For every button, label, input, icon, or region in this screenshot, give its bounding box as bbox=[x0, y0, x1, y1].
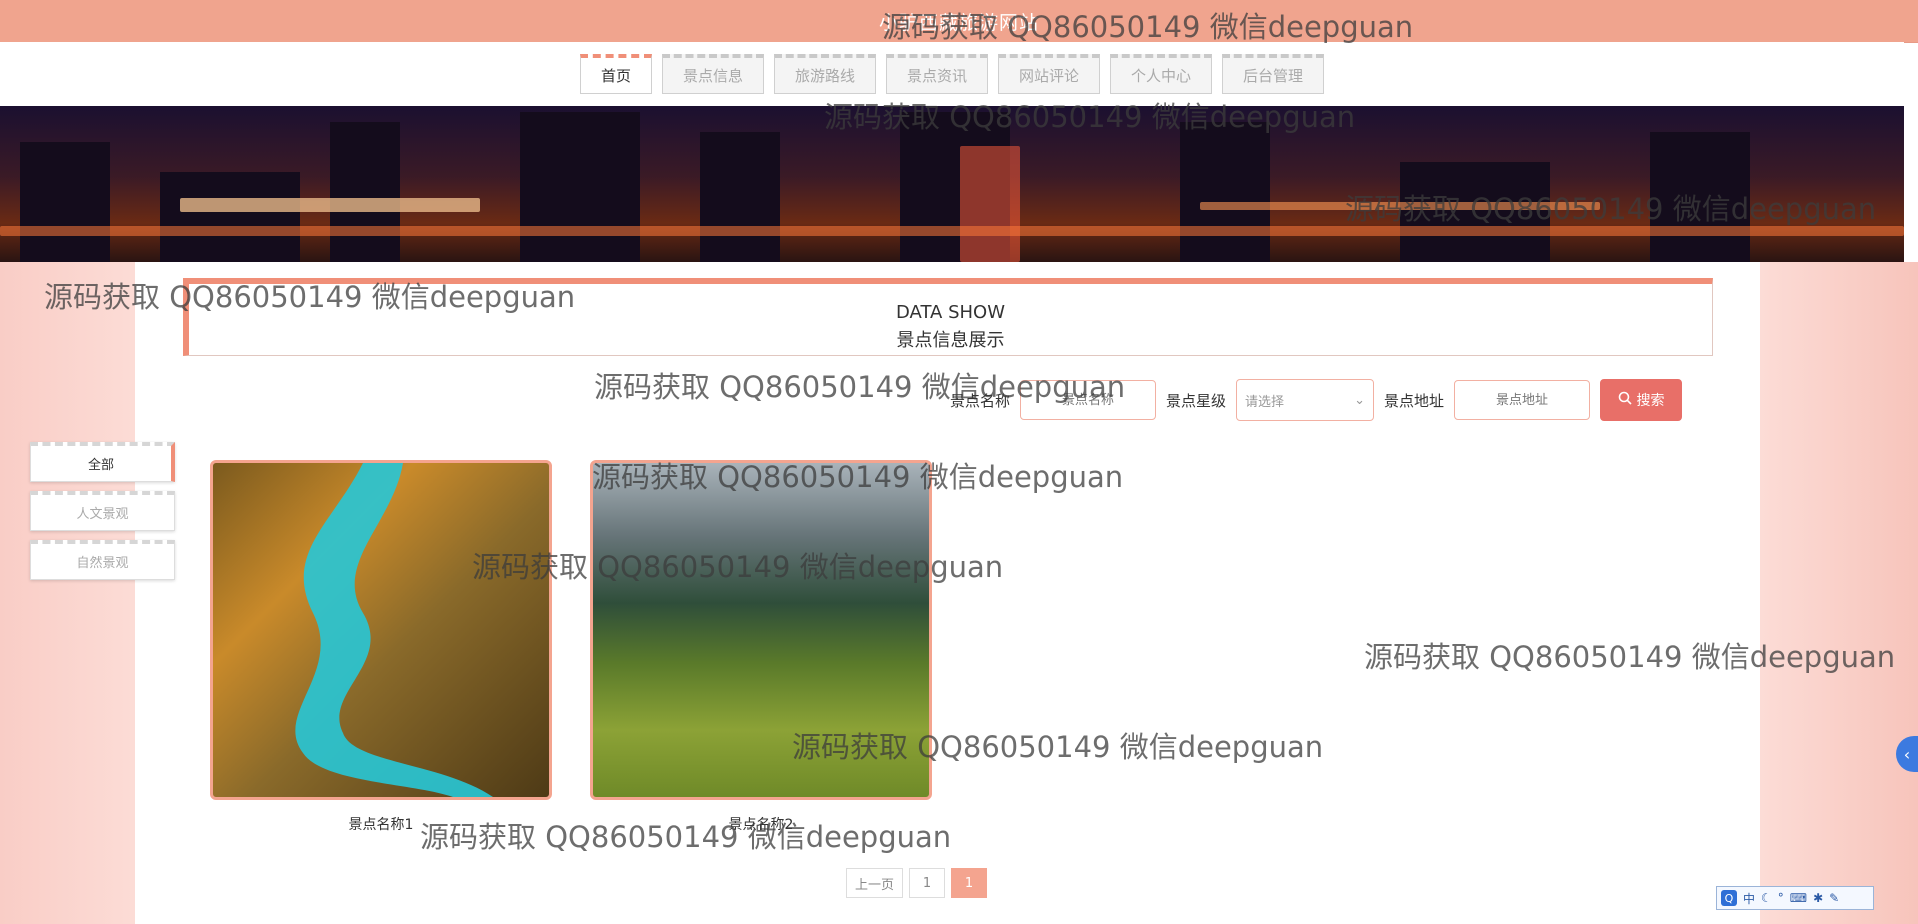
prev-page-button[interactable]: 上一页 bbox=[846, 868, 904, 898]
tab-travel-routes[interactable]: 旅游路线 bbox=[773, 54, 876, 94]
keyboard-icon: ⌨ bbox=[1789, 891, 1808, 905]
section-title-cn: 景点信息展示 bbox=[896, 330, 1005, 351]
address-input[interactable] bbox=[1454, 380, 1591, 420]
page-number-button[interactable]: 1 bbox=[909, 868, 946, 898]
tab-personal-center[interactable]: 个人中心 bbox=[1110, 54, 1213, 94]
scenic-card[interactable]: 景点名称2 bbox=[590, 460, 932, 834]
search-icon bbox=[1618, 391, 1632, 409]
chevron-left-icon: ‹ bbox=[1903, 744, 1911, 764]
category-all[interactable]: 全部 bbox=[30, 442, 175, 482]
current-page-button[interactable]: 1 bbox=[951, 868, 988, 898]
level-selected-value: 请选择 bbox=[1245, 394, 1285, 410]
ime-toolbar[interactable]: Q 中 ☾ ° ⌨ ✱ ✎ bbox=[1716, 886, 1874, 910]
tool-icon: ✎ bbox=[1829, 891, 1840, 905]
ime-lang[interactable]: 中 bbox=[1743, 890, 1755, 907]
right-decoration bbox=[1760, 262, 1918, 924]
name-label: 景点名称 bbox=[950, 391, 1011, 410]
left-decoration bbox=[0, 262, 135, 924]
scenic-card[interactable]: 景点名称1 bbox=[210, 460, 552, 834]
name-input[interactable] bbox=[1020, 380, 1157, 420]
settings-icon: ✱ bbox=[1813, 891, 1824, 905]
scenic-image[interactable] bbox=[210, 460, 552, 800]
level-select[interactable]: 请选择 ⌄ bbox=[1236, 379, 1375, 421]
search-button-label: 搜索 bbox=[1636, 393, 1665, 409]
moon-icon: ☾ bbox=[1761, 891, 1772, 905]
category-cultural[interactable]: 人文景观 bbox=[30, 491, 175, 531]
search-bar: 景点名称 景点星级 请选择 ⌄ 景点地址 搜索 bbox=[950, 378, 1683, 422]
section-title-en: DATA SHOW bbox=[895, 302, 1006, 323]
top-bar: 小驴西藏旅游网站 bbox=[0, 0, 1918, 43]
address-label: 景点地址 bbox=[1384, 391, 1445, 410]
punctuation-icon: ° bbox=[1777, 891, 1784, 905]
tab-site-comments[interactable]: 网站评论 bbox=[998, 54, 1101, 94]
tab-home[interactable]: 首页 bbox=[579, 54, 652, 94]
site-title: 小驴西藏旅游网站 bbox=[878, 11, 1039, 34]
tab-scenic-news[interactable]: 景点资讯 bbox=[885, 54, 988, 94]
section-header: DATA SHOW 景点信息展示 bbox=[183, 278, 1713, 356]
scenic-name: 景点名称1 bbox=[348, 817, 414, 833]
pagination: 上一页 1 1 bbox=[846, 868, 988, 898]
search-button[interactable]: 搜索 bbox=[1600, 379, 1683, 421]
scenic-image[interactable] bbox=[590, 460, 932, 800]
main-nav: 首页 景点信息 旅游路线 景点资讯 网站评论 个人中心 后台管理 bbox=[0, 42, 1904, 106]
banner-image bbox=[0, 106, 1904, 262]
category-list: 全部 人文景观 自然景观 bbox=[30, 442, 175, 589]
tab-admin[interactable]: 后台管理 bbox=[1222, 54, 1325, 94]
ime-logo-icon: Q bbox=[1721, 890, 1737, 906]
tab-scenic-info[interactable]: 景点信息 bbox=[661, 54, 764, 94]
scenic-name: 景点名称2 bbox=[728, 817, 794, 833]
category-natural[interactable]: 自然景观 bbox=[30, 540, 175, 580]
chevron-down-icon: ⌄ bbox=[1354, 392, 1366, 408]
level-label: 景点星级 bbox=[1166, 391, 1227, 410]
